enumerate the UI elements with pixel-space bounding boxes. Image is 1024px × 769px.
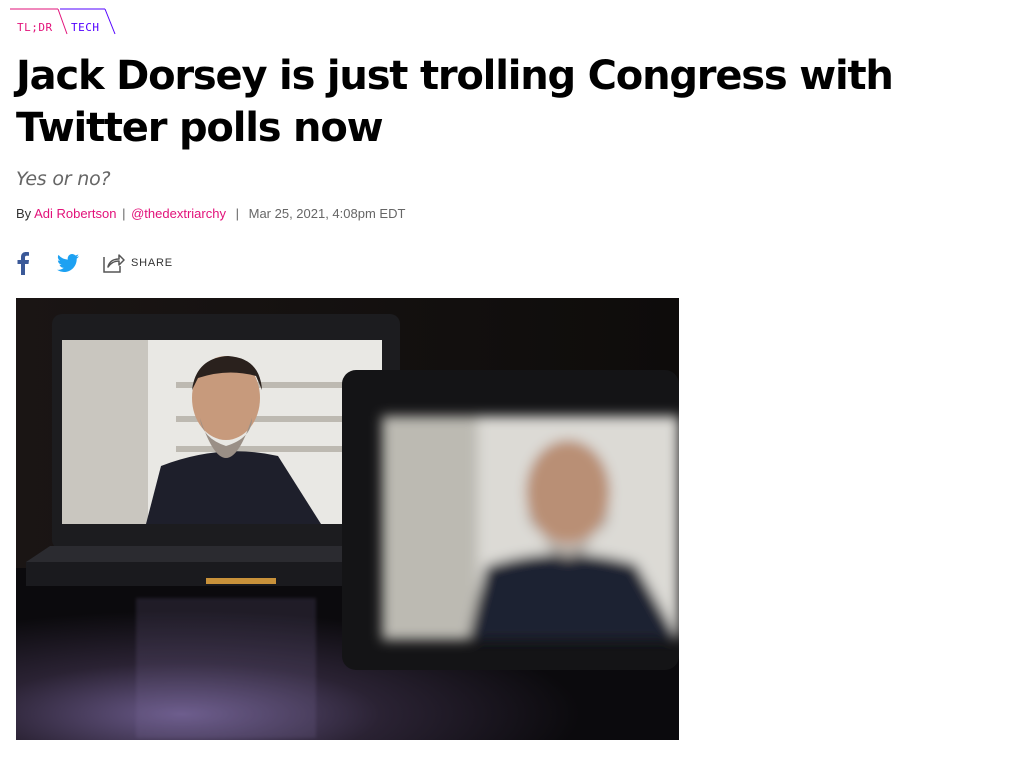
share-icon[interactable]	[101, 251, 125, 280]
byline: By Adi Robertson | @thedextriarchy | Mar…	[16, 206, 405, 221]
share-label[interactable]: SHARE	[131, 257, 173, 269]
publish-date: Mar 25, 2021, 4:08pm EDT	[248, 206, 406, 221]
share-bar: SHARE	[16, 251, 216, 277]
byline-by: By	[16, 206, 32, 221]
author-twitter-link[interactable]: @thedextriarchy	[131, 206, 226, 221]
twitter-icon[interactable]	[56, 251, 80, 280]
hero-image	[16, 298, 679, 740]
byline-divider-2: |	[235, 206, 239, 221]
facebook-icon[interactable]	[16, 251, 30, 280]
breadcrumb: TL;DR TECH	[10, 8, 120, 38]
article-dek: Yes or no?	[16, 168, 111, 190]
byline-divider: |	[122, 206, 126, 221]
article-title: Jack Dorsey is just trolling Congress wi…	[16, 53, 894, 151]
breadcrumb-item-tldr[interactable]: TL;DR	[17, 21, 53, 34]
author-link[interactable]: Adi Robertson	[34, 206, 116, 221]
breadcrumb-item-tech[interactable]: TECH	[71, 21, 100, 34]
hero-photo-illustration	[16, 298, 679, 740]
